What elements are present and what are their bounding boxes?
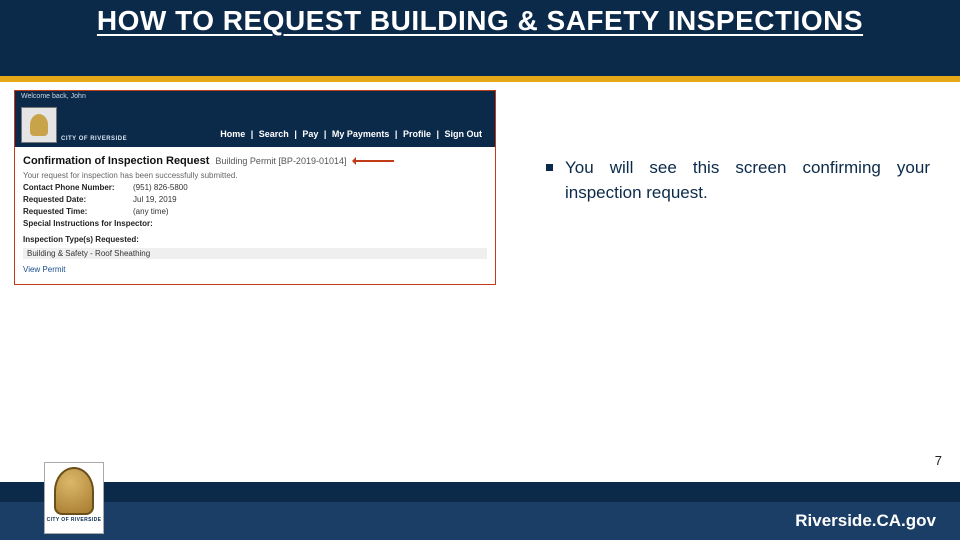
bell-icon: [54, 467, 94, 515]
label-type: Inspection Type(s) Requested:: [23, 234, 183, 246]
confirmation-screenshot: Welcome back, John CITY OF RIVERSIDE Hom…: [14, 90, 496, 285]
slide-footer: Riverside.CA.gov: [0, 482, 960, 540]
row-time: Requested Time: (any time): [23, 206, 487, 218]
screenshot-heading-sub: Building Permit [BP-2019-01014]: [215, 156, 346, 166]
bell-icon: [21, 107, 57, 143]
nav-my-payments[interactable]: My Payments: [329, 129, 393, 139]
nav-search[interactable]: Search: [256, 129, 292, 139]
screenshot-brand: CITY OF RIVERSIDE: [61, 136, 127, 143]
slide-title: HOW TO REQUEST BUILDING & SAFETY INSPECT…: [0, 0, 960, 38]
label-time: Requested Time:: [23, 206, 133, 218]
screenshot-heading: Confirmation of Inspection Request: [23, 155, 209, 167]
inspection-type-value: Building & Safety - Roof Sheathing: [23, 248, 487, 259]
screenshot-success-note: Your request for inspection has been suc…: [23, 171, 487, 180]
square-bullet-icon: [546, 164, 553, 171]
slide-content: Welcome back, John CITY OF RIVERSIDE Hom…: [0, 86, 960, 470]
row-type-label: Inspection Type(s) Requested:: [23, 234, 487, 246]
view-permit-link[interactable]: View Permit: [23, 265, 487, 274]
row-instructions: Special Instructions for Inspector:: [23, 218, 487, 230]
bullet-column: You will see this screen confirming your…: [522, 86, 960, 470]
footer-brand-text: CITY OF RIVERSIDE: [47, 517, 102, 523]
footer-bar: Riverside.CA.gov: [0, 502, 960, 540]
label-date: Requested Date:: [23, 194, 133, 206]
label-phone: Contact Phone Number:: [23, 182, 133, 194]
row-phone: Contact Phone Number: (951) 826-5800: [23, 182, 487, 194]
value-phone: (951) 826-5800: [133, 182, 188, 194]
bullet-item: You will see this screen confirming your…: [546, 156, 930, 205]
screenshot-wrap: Welcome back, John CITY OF RIVERSIDE Hom…: [0, 86, 522, 470]
bullet-text: You will see this screen confirming your…: [565, 156, 930, 205]
nav-home[interactable]: Home: [217, 129, 248, 139]
screenshot-nav: CITY OF RIVERSIDE Home | Search | Pay | …: [15, 103, 495, 147]
footer-logo: CITY OF RIVERSIDE: [44, 462, 104, 534]
nav-pay[interactable]: Pay: [299, 129, 321, 139]
value-time: (any time): [133, 206, 169, 218]
page-number: 7: [935, 453, 942, 468]
screenshot-heading-row: Confirmation of Inspection Request Build…: [23, 155, 487, 167]
value-date: Jul 19, 2019: [133, 194, 177, 206]
screenshot-topbar: Welcome back, John: [15, 91, 495, 103]
nav-profile[interactable]: Profile: [400, 129, 434, 139]
footer-url: Riverside.CA.gov: [795, 511, 936, 531]
screenshot-body: Confirmation of Inspection Request Build…: [15, 147, 495, 284]
nav-sign-out[interactable]: Sign Out: [442, 129, 486, 139]
row-date: Requested Date: Jul 19, 2019: [23, 194, 487, 206]
screenshot-nav-links: Home | Search | Pay | My Payments | Prof…: [217, 129, 495, 143]
slide-title-bar: HOW TO REQUEST BUILDING & SAFETY INSPECT…: [0, 0, 960, 82]
arrow-icon: [354, 160, 394, 162]
label-instructions: Special Instructions for Inspector:: [23, 218, 183, 230]
